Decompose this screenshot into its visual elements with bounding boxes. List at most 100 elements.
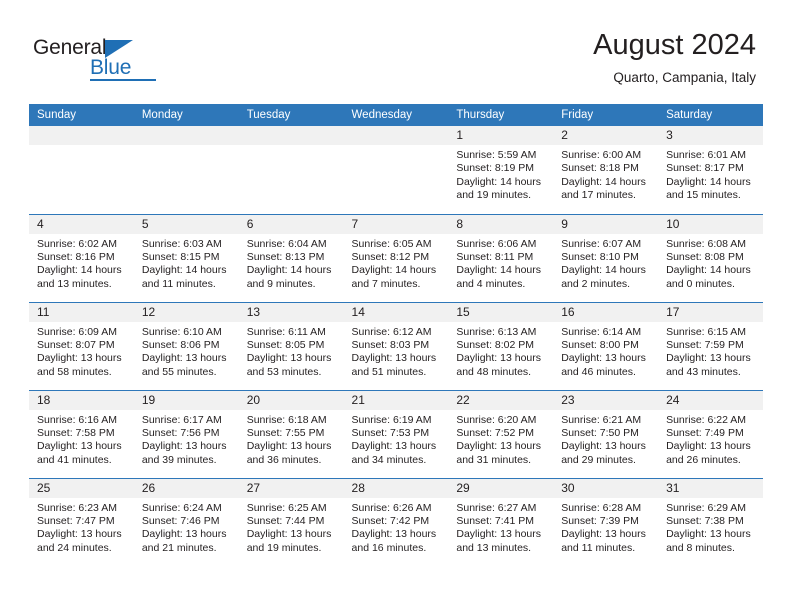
sunset-text: Sunset: 8:15 PM <box>141 250 220 263</box>
calendar-day-cell[interactable]: 5 Sunrise: 6:03 AM Sunset: 8:15 PM Daylight… <box>133 213 239 302</box>
calendar-cell-inner: 17 Sunrise: 6:15 AM Sunset: 7:59 PM Dayligh… <box>658 302 763 390</box>
daylight-text-line1: Daylight: 14 hours <box>246 264 332 277</box>
daylight-text-line1: Daylight: 13 hours <box>456 440 542 453</box>
calendar-week-row: 1 Sunrise: 5:59 AM Sunset: 8:19 PM Daylight… <box>29 126 763 214</box>
sunrise-text: Sunrise: 6:26 AM <box>351 501 432 514</box>
daylight-text-line2: and 55 minutes. <box>141 365 217 378</box>
sunrise-text: Sunrise: 6:25 AM <box>246 501 327 514</box>
weekday-header-monday: Monday <box>133 104 239 126</box>
calendar-day-cell[interactable]: 24 Sunrise: 6:22 AM Sunset: 7:49 PM Dayligh… <box>658 389 763 478</box>
sunrise-text: Sunrise: 6:12 AM <box>351 325 432 338</box>
sunset-text: Sunset: 8:03 PM <box>351 338 430 351</box>
day-details: Sunrise: 6:20 AM Sunset: 7:52 PM Daylight:… <box>448 410 553 468</box>
calendar-day-cell[interactable]: 8 Sunrise: 6:06 AM Sunset: 8:11 PM Daylight… <box>448 213 554 302</box>
sunset-text: Sunset: 8:00 PM <box>561 338 639 351</box>
daylight-text-line1: Daylight: 13 hours <box>561 440 646 453</box>
calendar-cell-inner: 14 Sunrise: 6:12 AM Sunset: 8:03 PM Dayligh… <box>343 302 449 390</box>
sunrise-text: Sunrise: 6:18 AM <box>246 413 327 426</box>
daylight-text-line2: and 2 minutes. <box>561 277 631 290</box>
day-number: 26 <box>133 478 239 498</box>
calendar-day-cell[interactable]: 28 Sunrise: 6:26 AM Sunset: 7:42 PM Dayligh… <box>343 477 449 567</box>
daylight-text-line2: and 39 minutes. <box>141 453 217 466</box>
calendar-day-cell[interactable]: 13 Sunrise: 6:11 AM Sunset: 8:05 PM Dayligh… <box>238 301 344 390</box>
daylight-text-line1: Daylight: 14 hours <box>456 264 542 277</box>
calendar-cell-empty <box>343 126 449 214</box>
daylight-text-line1: Daylight: 14 hours <box>561 264 646 277</box>
calendar-day-cell[interactable]: 22 Sunrise: 6:20 AM Sunset: 7:52 PM Dayligh… <box>448 389 554 478</box>
calendar-day-cell[interactable]: 20 Sunrise: 6:18 AM Sunset: 7:55 PM Dayligh… <box>238 389 344 478</box>
calendar-day-cell[interactable]: 29 Sunrise: 6:27 AM Sunset: 7:41 PM Dayligh… <box>448 477 554 566</box>
calendar-cell-inner: 8 Sunrise: 6:06 AM Sunset: 8:11 PM Daylight… <box>448 214 554 302</box>
calendar-day-cell[interactable]: 2 Sunrise: 6:00 AM Sunset: 8:18 PM Daylight… <box>553 126 659 214</box>
day-number: 10 <box>658 214 763 234</box>
calendar-day-cell[interactable]: 1 Sunrise: 5:59 AM Sunset: 8:19 PM Daylight… <box>448 126 554 214</box>
daylight-text-line2: and 16 minutes. <box>351 541 427 554</box>
calendar-week-row: 25 Sunrise: 6:23 AM Sunset: 7:47 PM Dayligh… <box>29 477 763 567</box>
day-details: Sunrise: 6:00 AM Sunset: 8:18 PM Daylight:… <box>553 145 658 203</box>
daylight-text-line1: Daylight: 14 hours <box>351 264 437 277</box>
calendar-cell-inner: 28 Sunrise: 6:26 AM Sunset: 7:42 PM Dayligh… <box>343 478 449 567</box>
daylight-text-line2: and 36 minutes. <box>246 453 322 466</box>
calendar-grid: Sunday Monday Tuesday Wednesday Thursday… <box>29 104 763 566</box>
calendar-cell-empty <box>133 126 239 214</box>
calendar-day-cell[interactable]: 17 Sunrise: 6:15 AM Sunset: 7:59 PM Dayligh… <box>658 301 763 390</box>
calendar-week-row: 18 Sunrise: 6:16 AM Sunset: 7:58 PM Dayligh… <box>29 389 763 478</box>
daylight-text-line1: Daylight: 13 hours <box>246 352 332 365</box>
day-number: 18 <box>29 390 134 410</box>
daylight-text-line1: Daylight: 14 hours <box>141 264 227 277</box>
daylight-text-line1: Daylight: 13 hours <box>351 528 437 541</box>
day-number: 3 <box>658 126 763 145</box>
calendar-cell-inner: 9 Sunrise: 6:07 AM Sunset: 8:10 PM Daylight… <box>553 214 659 302</box>
calendar-day-cell[interactable]: 12 Sunrise: 6:10 AM Sunset: 8:06 PM Dayligh… <box>133 301 239 390</box>
calendar-day-cell[interactable]: 4 Sunrise: 6:02 AM Sunset: 8:16 PM Daylight… <box>29 213 134 302</box>
calendar-cell-inner: 23 Sunrise: 6:21 AM Sunset: 7:50 PM Dayligh… <box>553 390 659 478</box>
sunset-text: Sunset: 7:44 PM <box>246 514 325 527</box>
calendar-day-cell[interactable]: 18 Sunrise: 6:16 AM Sunset: 7:58 PM Dayligh… <box>29 389 134 478</box>
calendar-day-cell[interactable]: 25 Sunrise: 6:23 AM Sunset: 7:47 PM Dayligh… <box>29 477 134 566</box>
calendar-day-cell[interactable]: 3 Sunrise: 6:01 AM Sunset: 8:17 PM Daylight… <box>658 126 763 214</box>
sunset-text: Sunset: 7:56 PM <box>141 426 220 439</box>
calendar-day-cell[interactable]: 6 Sunrise: 6:04 AM Sunset: 8:13 PM Daylight… <box>238 213 344 302</box>
calendar-day-cell[interactable]: 9 Sunrise: 6:07 AM Sunset: 8:10 PM Daylight… <box>553 213 659 302</box>
calendar-day-cell[interactable]: 16 Sunrise: 6:14 AM Sunset: 8:00 PM Dayligh… <box>553 301 659 390</box>
day-number: 20 <box>238 390 344 410</box>
sunrise-text: Sunrise: 6:05 AM <box>351 237 432 250</box>
calendar-day-cell[interactable]: 7 Sunrise: 6:05 AM Sunset: 8:12 PM Daylight… <box>343 213 449 302</box>
day-details: Sunrise: 6:23 AM Sunset: 7:47 PM Daylight:… <box>29 498 134 556</box>
sunset-text: Sunset: 8:02 PM <box>456 338 535 351</box>
weekday-header-saturday: Saturday <box>658 104 763 126</box>
sunrise-text: Sunrise: 6:21 AM <box>561 413 642 426</box>
day-details: Sunrise: 6:09 AM Sunset: 8:07 PM Daylight:… <box>29 322 134 380</box>
day-number <box>133 126 239 145</box>
calendar-day-cell[interactable]: 23 Sunrise: 6:21 AM Sunset: 7:50 PM Dayligh… <box>553 389 659 478</box>
calendar-day-cell[interactable]: 15 Sunrise: 6:13 AM Sunset: 8:02 PM Dayligh… <box>448 301 554 390</box>
calendar-day-cell[interactable]: 11 Sunrise: 6:09 AM Sunset: 8:07 PM Dayligh… <box>29 301 134 390</box>
daylight-text-line1: Daylight: 13 hours <box>246 528 332 541</box>
daylight-text-line2: and 31 minutes. <box>456 453 532 466</box>
calendar-cell-inner: 3 Sunrise: 6:01 AM Sunset: 8:17 PM Daylight… <box>658 126 763 214</box>
calendar-day-cell[interactable]: 27 Sunrise: 6:25 AM Sunset: 7:44 PM Dayligh… <box>238 477 344 566</box>
daylight-text-line1: Daylight: 13 hours <box>37 352 122 365</box>
daylight-text-line1: Daylight: 13 hours <box>666 528 751 541</box>
title-block: August 2024 Quarto, Campania, Italy <box>593 28 756 88</box>
daylight-text-line1: Daylight: 13 hours <box>561 352 646 365</box>
day-details: Sunrise: 6:02 AM Sunset: 8:16 PM Daylight:… <box>29 234 134 292</box>
calendar-day-cell[interactable]: 26 Sunrise: 6:24 AM Sunset: 7:46 PM Dayligh… <box>133 477 239 566</box>
sunrise-text: Sunrise: 6:19 AM <box>351 413 432 426</box>
calendar-day-cell[interactable]: 31 Sunrise: 6:29 AM Sunset: 7:38 PM Dayligh… <box>658 477 763 566</box>
calendar-day-cell[interactable]: 21 Sunrise: 6:19 AM Sunset: 7:53 PM Dayligh… <box>343 389 449 478</box>
daylight-text-line2: and 24 minutes. <box>37 541 112 554</box>
calendar-cell-inner <box>238 126 344 214</box>
calendar-day-cell[interactable]: 30 Sunrise: 6:28 AM Sunset: 7:39 PM Dayligh… <box>553 477 659 566</box>
sunset-text: Sunset: 7:38 PM <box>666 514 744 527</box>
calendar-day-cell[interactable]: 19 Sunrise: 6:17 AM Sunset: 7:56 PM Dayligh… <box>133 389 239 478</box>
daylight-text-line1: Daylight: 14 hours <box>456 175 542 188</box>
calendar-day-cell[interactable]: 10 Sunrise: 6:08 AM Sunset: 8:08 PM Dayligh… <box>658 213 763 302</box>
day-number: 21 <box>343 390 449 410</box>
day-number: 31 <box>658 478 763 498</box>
calendar-day-cell[interactable]: 14 Sunrise: 6:12 AM Sunset: 8:03 PM Dayligh… <box>343 301 449 390</box>
logo-text-blue: Blue <box>90 56 132 79</box>
day-details: Sunrise: 6:19 AM Sunset: 7:53 PM Daylight:… <box>344 410 449 468</box>
day-details: Sunrise: 6:10 AM Sunset: 8:06 PM Daylight:… <box>134 322 239 380</box>
sunset-text: Sunset: 7:53 PM <box>351 426 430 439</box>
